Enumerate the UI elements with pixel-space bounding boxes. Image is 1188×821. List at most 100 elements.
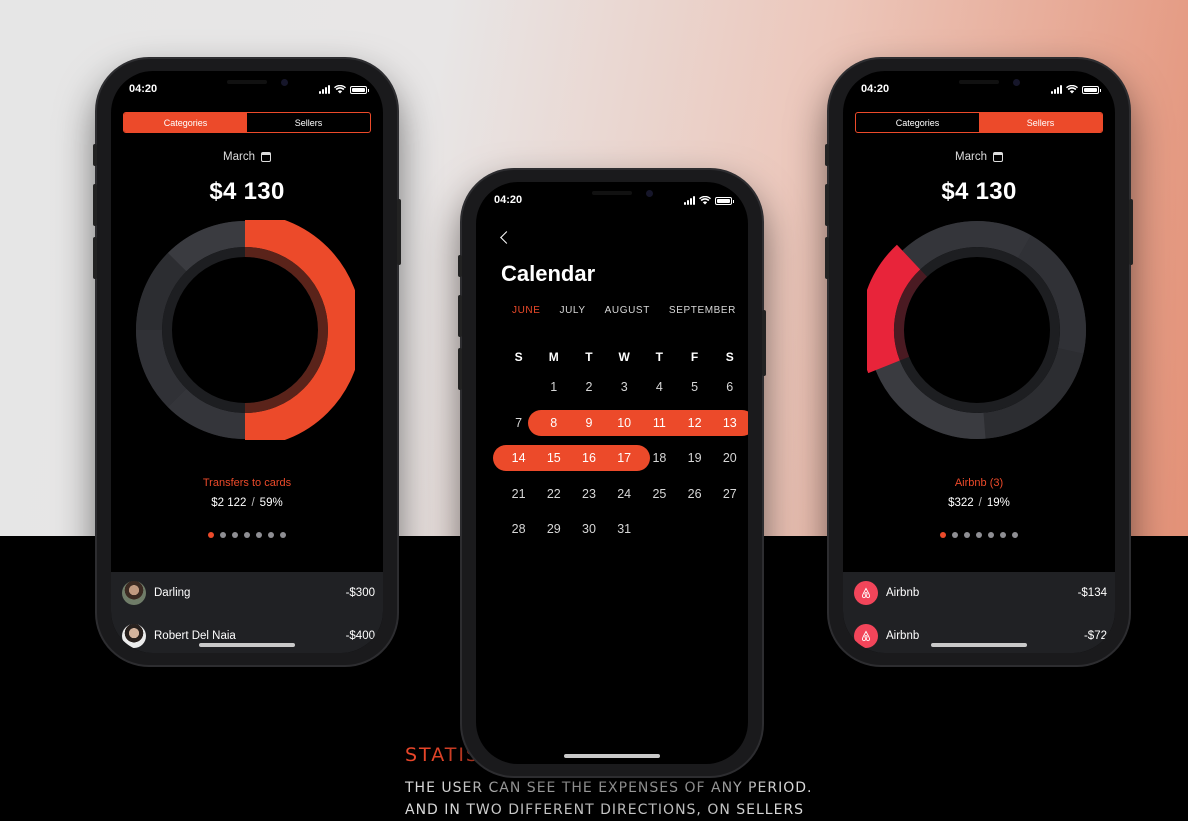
calendar-day[interactable]: 30 <box>571 516 606 542</box>
calendar-day[interactable]: 1 <box>536 374 571 400</box>
calendar-day[interactable]: 31 <box>607 516 642 542</box>
home-indicator[interactable] <box>564 754 660 758</box>
transaction-row[interactable]: Airbnb -$72 <box>843 615 1115 653</box>
transaction-name: Darling <box>154 587 191 599</box>
calendar-day[interactable]: 10 <box>607 410 642 436</box>
selected-percent: 59% <box>259 497 283 509</box>
month-label: March <box>955 151 987 163</box>
home-indicator[interactable] <box>931 643 1027 647</box>
transaction-name: Robert Del Naia <box>154 630 236 642</box>
calendar-day[interactable]: 24 <box>607 481 642 507</box>
caption-line-1: THE USER CAN SEE THE EXPENSES OF ANY PER… <box>405 780 813 796</box>
calendar-day[interactable]: 20 <box>712 445 747 471</box>
calendar-day[interactable]: 21 <box>501 481 536 507</box>
calendar-day[interactable]: 6 <box>712 374 747 400</box>
calendar-day[interactable]: 16 <box>571 445 606 471</box>
month-tab[interactable]: JULY <box>560 305 586 316</box>
calendar-day[interactable]: 8 <box>536 410 571 436</box>
phone-calendar: 04:20 Calendar JUNEJULYAUGUSTSEPTEMBEROC… <box>458 170 766 776</box>
calendar-day[interactable]: 29 <box>536 516 571 542</box>
weekday-label: T <box>655 350 664 364</box>
selected-amount: $322 <box>948 497 974 509</box>
calendar-day[interactable]: 9 <box>571 410 606 436</box>
avatar <box>122 624 146 648</box>
calendar-day[interactable]: 15 <box>536 445 571 471</box>
tab-sellers[interactable]: Sellers <box>979 113 1102 132</box>
calendar-day[interactable]: 17 <box>607 445 642 471</box>
calendar-day[interactable]: 2 <box>571 374 606 400</box>
transactions-list: Airbnb -$134 Airbnb -$72 <box>843 572 1115 653</box>
weekday-label: S <box>514 350 523 364</box>
segmented-control: Categories Sellers <box>123 112 371 133</box>
month-tab[interactable]: JUNE <box>512 305 541 316</box>
calendar-day[interactable]: 4 <box>642 374 677 400</box>
calendar-day[interactable]: 5 <box>677 374 712 400</box>
tab-categories[interactable]: Categories <box>124 113 247 132</box>
month-picker[interactable]: March <box>111 151 383 163</box>
donut-chart[interactable] <box>867 220 1087 440</box>
calendar-day[interactable]: 18 <box>642 445 677 471</box>
back-arrow-icon[interactable] <box>500 231 513 244</box>
transaction-name: Airbnb <box>886 587 920 599</box>
page-dot[interactable] <box>280 532 286 538</box>
page-dot[interactable] <box>976 532 982 538</box>
total-amount: $4 130 <box>941 178 1017 205</box>
calendar-day[interactable]: 23 <box>571 481 606 507</box>
calendar-day[interactable]: 7 <box>501 410 536 436</box>
selected-percent: 19% <box>986 497 1010 509</box>
page-dot[interactable] <box>244 532 250 538</box>
transaction-amount: -$300 <box>345 587 375 599</box>
segmented-control: Categories Sellers <box>855 112 1103 133</box>
home-indicator[interactable] <box>199 643 295 647</box>
status-time: 04:20 <box>494 194 523 206</box>
status-time: 04:20 <box>861 83 890 95</box>
page-dot[interactable] <box>964 532 970 538</box>
transaction-name: Airbnb <box>886 630 920 642</box>
page-dot[interactable] <box>1012 532 1018 538</box>
month-tab[interactable]: AUGUST <box>605 305 650 316</box>
screen-calendar: 04:20 Calendar JUNEJULYAUGUSTSEPTEMBEROC… <box>476 182 748 764</box>
calendar-day[interactable]: 13 <box>712 410 747 436</box>
transaction-row[interactable]: Darling -$300 <box>111 572 383 614</box>
page-dot[interactable] <box>208 532 214 538</box>
calendar-day[interactable]: 22 <box>536 481 571 507</box>
calendar-icon[interactable] <box>260 152 271 162</box>
calendar-day[interactable]: 27 <box>712 481 747 507</box>
transaction-amount: -$72 <box>1083 630 1107 642</box>
page-dot[interactable] <box>220 532 226 538</box>
page-dot[interactable] <box>232 532 238 538</box>
transaction-amount: -$134 <box>1077 587 1107 599</box>
calendar-day[interactable]: 26 <box>677 481 712 507</box>
page-dot[interactable] <box>256 532 262 538</box>
calendar-day[interactable]: 19 <box>677 445 712 471</box>
tab-sellers[interactable]: Sellers <box>247 113 370 132</box>
selected-seller-value: $322/19% <box>948 497 1010 509</box>
weekday-header: SMTWTFS <box>501 350 747 364</box>
month-tab[interactable]: SEPTEMBER <box>669 305 736 316</box>
calendar-day[interactable]: 14 <box>501 445 536 471</box>
transaction-row[interactable]: Airbnb -$134 <box>843 572 1115 614</box>
calendar-icon[interactable] <box>992 152 1003 162</box>
calendar-day[interactable]: 12 <box>677 410 712 436</box>
donut-chart[interactable] <box>135 220 355 440</box>
cellular-signal-icon <box>684 196 695 205</box>
screen-right: 04:20 Categories Sellers March $4 130 Ai… <box>843 71 1115 653</box>
battery-icon <box>1082 86 1101 94</box>
transaction-row[interactable]: Robert Del Naia -$400 <box>111 615 383 653</box>
month-picker[interactable]: March <box>843 151 1115 163</box>
battery-icon <box>715 197 734 205</box>
status-time: 04:20 <box>129 83 158 95</box>
tab-categories[interactable]: Categories <box>856 113 979 132</box>
wifi-icon <box>699 196 711 205</box>
calendar-day[interactable]: 3 <box>607 374 642 400</box>
calendar-day[interactable]: 25 <box>642 481 677 507</box>
page-dot[interactable] <box>1000 532 1006 538</box>
calendar-grid: 1 2 3 4 5 6 7 8 9 10 11 12 13 14 15 16 17 18 19 20 21 22 23 24 2… <box>493 372 748 552</box>
calendar-day[interactable]: 28 <box>501 516 536 542</box>
calendar-day[interactable]: 11 <box>642 410 677 436</box>
donut-selected-segment[interactable] <box>244 220 355 440</box>
page-dot[interactable] <box>268 532 274 538</box>
page-dot[interactable] <box>988 532 994 538</box>
page-dot[interactable] <box>952 532 958 538</box>
page-dot[interactable] <box>940 532 946 538</box>
